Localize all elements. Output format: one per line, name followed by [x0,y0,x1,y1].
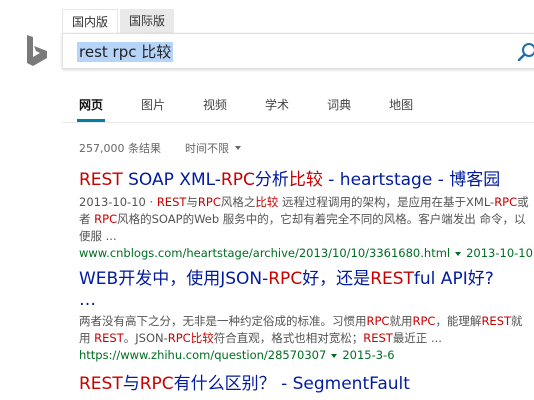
nav-academic[interactable]: 学术 [265,86,289,122]
title-hl: RPC [220,170,255,190]
result-title-link[interactable]: WEB开发中，使用JSON-RPC好，还是RESTful API好? [79,268,534,290]
nav-videos[interactable]: 视频 [203,86,227,122]
result-item: WEB开发中，使用JSON-RPC好，还是RESTful API好? … 两者没… [79,268,534,364]
result-title-continuation[interactable]: … [79,290,534,310]
chevron-down-icon [234,146,241,150]
vertical-nav: 网页 图片 视频 学术 词典 地图 [62,86,432,122]
nav-divider [62,122,534,123]
chevron-down-icon[interactable] [455,251,462,256]
nav-maps[interactable]: 地图 [389,86,413,122]
bing-logo-icon[interactable] [25,34,49,68]
search-input[interactable]: rest rpc 比较 [77,42,174,62]
time-filter-dropdown[interactable]: 时间不限 [185,140,241,156]
search-icon[interactable] [516,41,534,63]
nav-web[interactable]: 网页 [76,86,106,122]
region-tab-domestic[interactable]: 国内版 [62,9,119,34]
time-filter-label: 时间不限 [184,142,229,155]
title-text: SOAP XML- [122,170,221,190]
result-title-link[interactable]: REST与RPC有什么区别？ - SegmentFault [79,373,534,395]
title-hl: REST [79,170,123,190]
title-text: - heartstage - 博客园 [322,170,501,190]
result-snippet: 2013-10-10 · REST与RPC风格之比较 远程过程调用的架构，是应用… [79,195,529,243]
chevron-down-icon[interactable] [331,353,338,358]
result-date: 2013-10-10 [466,246,533,260]
region-tab-international[interactable]: 国际版 [120,9,175,34]
search-box: rest rpc 比较 [62,33,534,69]
nav-images[interactable]: 图片 [141,86,165,122]
result-item: REST SOAP XML-RPC分析比较 - heartstage - 博客园… [79,169,534,262]
result-title-link[interactable]: REST SOAP XML-RPC分析比较 - heartstage - 博客园 [79,169,534,191]
result-url-text: https://www.zhihu.com/question/28570307 [79,348,327,362]
title-hl: 比较 [288,170,323,190]
nav-dictionary[interactable]: 词典 [327,86,351,122]
result-date: 2015-3-6 [342,348,395,362]
title-text: 分析 [254,170,289,190]
result-item: REST与RPC有什么区别？ - SegmentFault [79,373,534,395]
result-url[interactable]: www.cnblogs.com/heartstage/archive/2013/… [79,245,534,262]
results-stats: 257,000 条结果 时间不限 [79,140,241,156]
result-count: 257,000 条结果 [79,142,161,155]
region-tabs: 国内版 国际版 [62,9,176,34]
result-snippet: 两者没有高下之分，无非是一种约定俗成的标准。习惯用RPC就用RPC，能理解RES… [79,314,523,345]
result-url[interactable]: https://www.zhihu.com/question/28570307 … [79,347,534,364]
result-url-text: www.cnblogs.com/heartstage/archive/2013/… [79,246,451,260]
